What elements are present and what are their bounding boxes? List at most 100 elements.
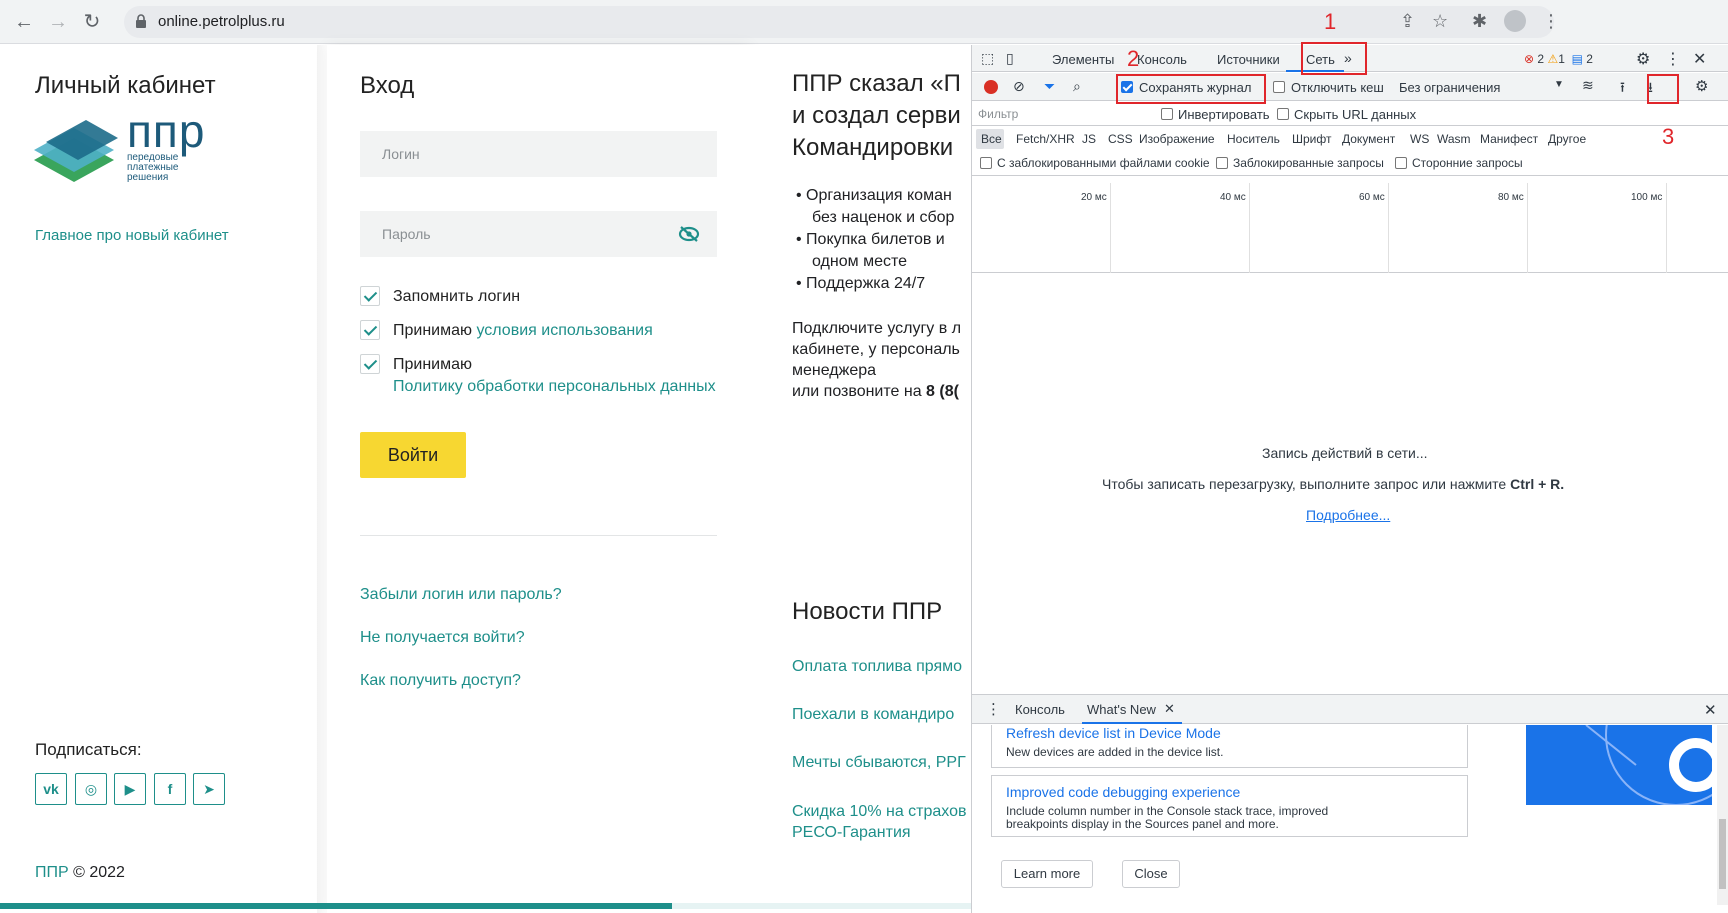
whats-new-card-2[interactable]: Improved code debugging experience Inclu… [991,775,1468,837]
settings-icon[interactable]: ⚙ [1636,49,1650,69]
search-icon[interactable]: ⌕ [1073,78,1081,95]
ppr-logo: ппр передовые платежные решения [32,105,242,190]
card2-title[interactable]: Improved code debugging experience [1006,784,1240,800]
device-toggle-icon[interactable]: ▯ [1006,50,1014,67]
copyright-brand[interactable]: ППР [35,864,69,881]
type-js[interactable]: JS [1082,132,1096,146]
drawer-scrollbar[interactable] [1717,725,1728,905]
filter-input[interactable]: Фильтр [978,107,1018,121]
privacy-checkbox[interactable] [360,354,380,374]
terms-checkbox[interactable] [360,320,380,340]
login-button[interactable]: Войти [360,432,466,478]
address-bar[interactable]: online.petrolplus.ru [124,6,1554,38]
disable-cache-checkbox[interactable] [1273,81,1285,93]
type-css[interactable]: CSS [1108,132,1133,146]
type-manifest[interactable]: Манифест [1480,132,1538,146]
learn-more-button[interactable]: Learn more [1001,860,1093,888]
drawer-tab-whats-new[interactable]: What's New [1087,702,1156,717]
type-img[interactable]: Изображение [1139,132,1215,146]
drawer-menu-icon[interactable]: ⋮ [986,700,1001,718]
grid-line [1249,183,1250,273]
news-item-1[interactable]: Оплата топлива прямо [792,658,962,676]
annotation-box-network-tab [1301,42,1367,75]
vk-icon[interactable]: vk [35,773,67,805]
type-ws[interactable]: WS [1410,132,1429,146]
type-all[interactable]: Все [981,132,1002,146]
type-wasm[interactable]: Wasm [1437,132,1471,146]
phone-number: 8 (8( [926,383,959,400]
whats-new-card-1[interactable]: Refresh device list in Device Mode New d… [991,725,1468,768]
tab-sources[interactable]: Источники [1217,52,1280,67]
tab-console[interactable]: Консоль [1137,52,1187,67]
drawer-tab-console[interactable]: Консоль [1015,702,1065,717]
terms-link[interactable]: условия использования [476,322,652,339]
tab-elements[interactable]: Элементы [1052,52,1114,67]
share-icon[interactable]: ⇪ [1400,11,1415,32]
issue-counters[interactable]: ⊗ 2 ⚠1 ▤ 2 [1524,52,1593,66]
news-item-4-extra[interactable]: РЕСО-Гарантия [792,824,911,842]
telegram-icon[interactable]: ➤ [193,773,225,805]
extensions-icon[interactable]: ✱ [1472,11,1487,32]
reload-hint-text: Чтобы записать перезагрузку, выполните з… [1102,476,1507,492]
menu-icon[interactable]: ⋮ [1542,11,1560,32]
youtube-icon[interactable]: ▶ [114,773,146,805]
how-access-link[interactable]: Как получить доступ? [360,672,521,690]
annotation-box-export-har [1647,74,1679,104]
grid-line [1666,183,1667,273]
record-icon[interactable] [984,80,998,94]
clear-icon[interactable]: ⊘ [1013,78,1025,95]
invert-checkbox[interactable] [1161,108,1173,120]
learn-more-network-link[interactable]: Подробнее... [1306,507,1390,523]
privacy-link[interactable]: Политику обработки персональных данных [393,378,716,396]
close-devtools-icon[interactable]: ✕ [1693,49,1706,69]
scrollbar-thumb[interactable] [1719,819,1726,889]
news-item-3[interactable]: Мечты сбываются, РРГ [792,754,966,772]
close-drawer-icon[interactable]: ✕ [1704,701,1717,719]
type-doc[interactable]: Документ [1342,132,1395,146]
profile-avatar[interactable] [1504,10,1526,32]
reload-icon[interactable]: ↻ [80,10,104,34]
password-input[interactable]: Пароль [360,211,717,257]
promo-paragraph: Подключите услугу в л кабинете, у персон… [792,318,961,402]
promo-bullets: • Организация коман без наценок и сбор •… [796,187,955,292]
news-item-4[interactable]: Скидка 10% на страхов [792,803,967,821]
throttle-dropdown-icon[interactable]: ▼ [1554,79,1564,90]
close-whats-new-icon[interactable]: ✕ [1164,701,1175,717]
card1-title[interactable]: Refresh device list in Device Mode [1006,725,1221,741]
promo-title-2: и создал серви [792,102,961,129]
cant-login-link[interactable]: Не получается войти? [360,629,525,647]
resource-type-filters: Все Fetch/XHR JS CSS Изображение Носител… [972,127,1728,151]
network-settings-icon[interactable]: ⚙ [1695,77,1708,95]
login-input[interactable]: Логин [360,131,717,177]
type-font[interactable]: Шрифт [1292,132,1331,146]
type-fetch[interactable]: Fetch/XHR [1016,132,1075,146]
close-button[interactable]: Close [1122,860,1180,888]
filter-icon[interactable]: ⏷ [1044,78,1055,95]
throttle-select[interactable]: Без ограничения [1399,80,1500,95]
inspect-icon[interactable]: ⬚ [981,50,994,67]
kebab-menu-icon[interactable]: ⋮ [1665,49,1681,69]
remember-label: Запомнить логин [393,288,521,305]
type-media[interactable]: Носитель [1227,132,1280,146]
hide-password-eye-icon[interactable] [678,225,700,243]
type-other[interactable]: Другое [1548,132,1586,146]
hide-data-urls-checkbox[interactable] [1277,108,1289,120]
forgot-link[interactable]: Забыли логин или пароль? [360,586,562,604]
news-item-2[interactable]: Поехали в командиро [792,706,954,724]
remember-checkbox[interactable] [360,286,380,306]
login-placeholder: Логин [382,146,420,162]
instagram-icon[interactable]: ◎ [75,773,107,805]
facebook-icon[interactable]: f [154,773,186,805]
logo-sub-3: решения [127,172,169,183]
third-party-checkbox[interactable] [1395,157,1407,169]
login-title: Вход [360,72,415,99]
back-icon[interactable]: ← [12,10,36,34]
network-conditions-icon[interactable]: ≋ [1582,77,1594,94]
forward-icon[interactable]: → [46,10,70,34]
blocked-requests-checkbox[interactable] [1216,157,1228,169]
news-link-new-cabinet[interactable]: Главное про новый кабинет [35,227,229,244]
blocked-cookies-checkbox[interactable] [980,157,992,169]
star-icon[interactable]: ☆ [1432,11,1448,32]
import-har-icon[interactable]: ⭱ [1620,77,1625,101]
whats-new-banner-image [1526,725,1712,805]
